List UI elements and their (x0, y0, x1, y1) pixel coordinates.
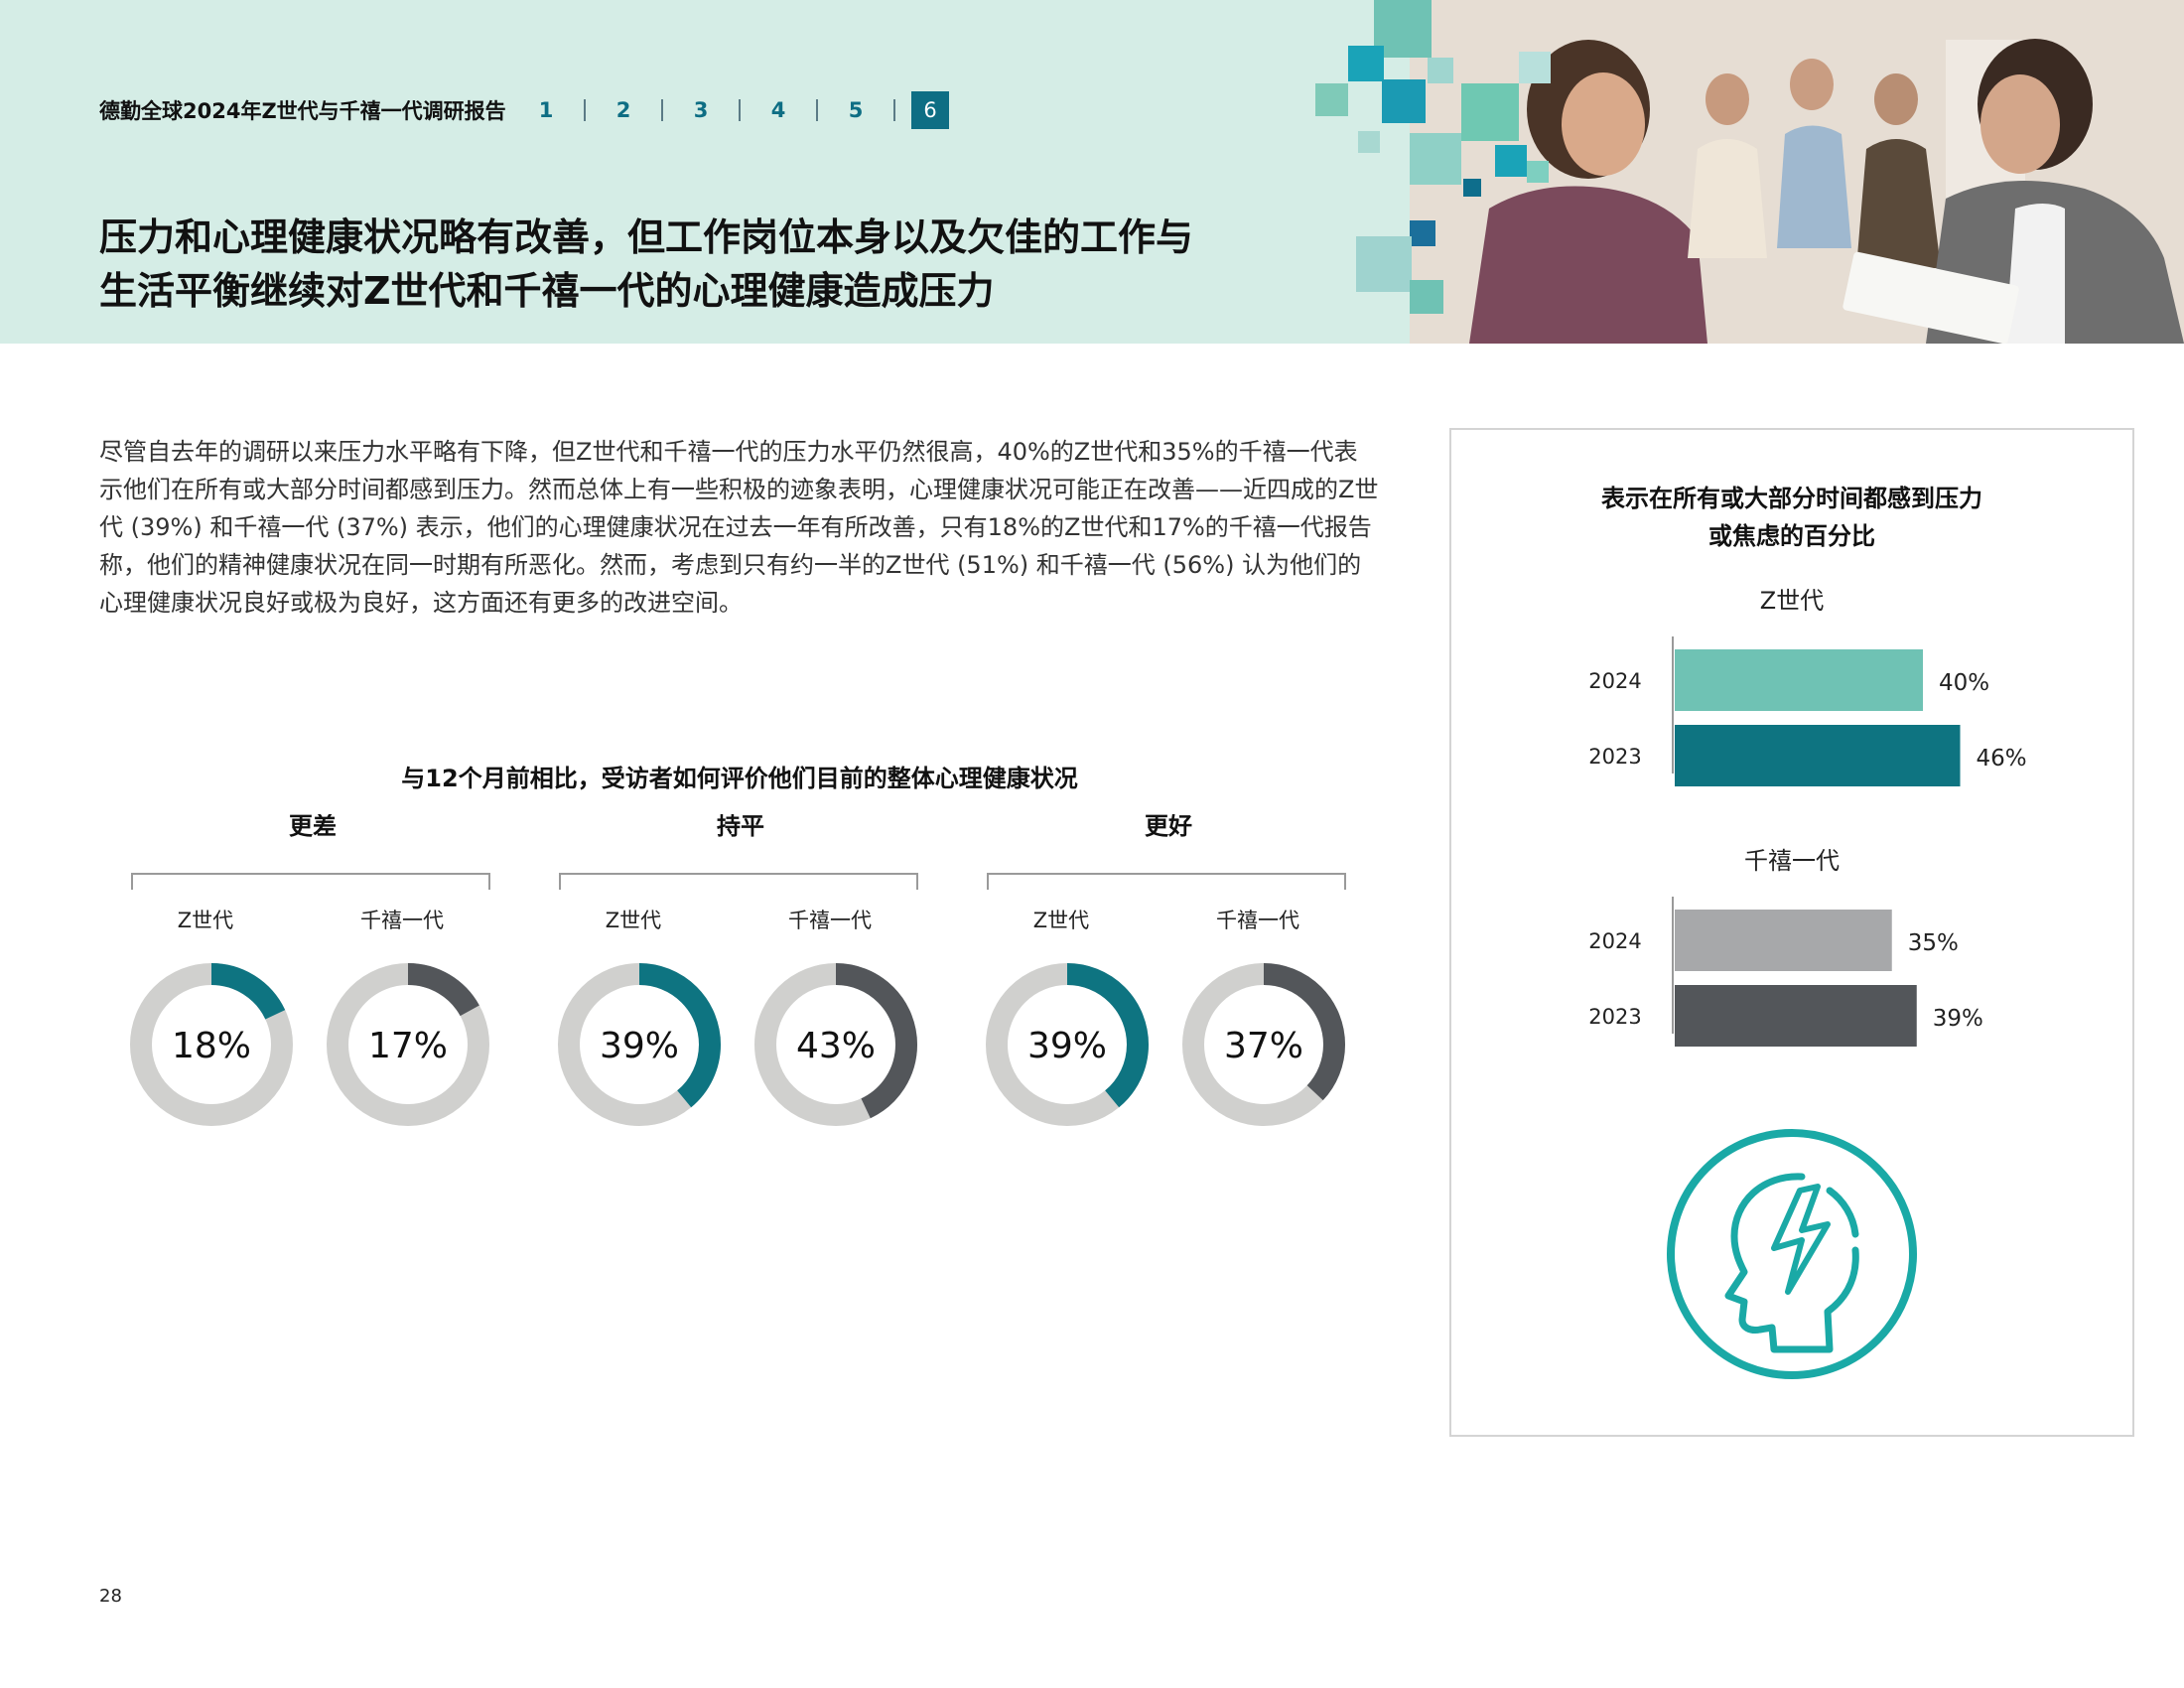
decor-square (1461, 83, 1519, 141)
nav-divider (816, 99, 818, 121)
decor-square (1410, 220, 1435, 246)
donut-series-label: Z世代 (178, 909, 233, 932)
page-headline: 压力和心理健康状况略有改善，但工作岗位本身以及欠佳的工作与 生活平衡继续对Z世代… (99, 211, 1291, 318)
donut-group-label: 更好 (1145, 814, 1192, 840)
bar-value-label: 35% (1908, 930, 1959, 956)
bar-chart-title-line-1: 表示在所有或大部分时间都感到压力 (1601, 485, 1982, 512)
decor-square (1495, 145, 1527, 177)
nav-divider (893, 99, 895, 121)
bar-category-label: 2023 (1588, 1005, 1641, 1029)
decor-square (1519, 52, 1551, 83)
donut-value-label: 39% (1027, 1026, 1107, 1066)
decor-square (1382, 79, 1426, 123)
decor-square (1527, 161, 1549, 183)
bar-group-label: 千禧一代 (1744, 847, 1840, 875)
decor-square (1315, 83, 1348, 116)
donut-value-label: 18% (172, 1026, 251, 1066)
donut-series-label: 千禧一代 (788, 909, 872, 932)
decor-square (1356, 236, 1412, 292)
bar (1675, 725, 1961, 786)
donut-group-bracket (131, 873, 490, 890)
bar-value-label: 40% (1939, 670, 1989, 696)
donut-value-label: 43% (796, 1026, 876, 1066)
decor-square (1410, 133, 1461, 185)
bar-value-label: 39% (1933, 1006, 1983, 1032)
donut-series-label: 千禧一代 (1216, 909, 1299, 932)
report-brand-title: 德勤全球2024年Z世代与千禧一代调研报告 (99, 99, 506, 123)
decor-square (1428, 58, 1453, 83)
bar-chart-title: 表示在所有或大部分时间都感到压力 或焦虑的百分比 (1451, 480, 2132, 555)
bar-category-label: 2024 (1588, 669, 1641, 693)
headline-line-2: 生活平衡继续对Z世代和千禧一代的心理健康造成压力 (99, 269, 995, 313)
stress-bar-panel: 表示在所有或大部分时间都感到压力 或焦虑的百分比 Z世代 2024 40% 2023 4… (1449, 428, 2134, 1437)
nav-divider (661, 99, 663, 121)
donut-group-bracket (987, 873, 1346, 890)
donut-group-label: 更差 (289, 814, 337, 840)
body-paragraph: 尽管自去年的调研以来压力水平略有下降，但Z世代和千禧一代的压力水平仍然很高，40… (99, 438, 1379, 617)
donut-value-label: 37% (1224, 1026, 1303, 1066)
donut-value-label: 17% (368, 1026, 448, 1066)
donut-group-label: 持平 (717, 814, 764, 840)
page-number: 28 (99, 1586, 122, 1607)
bar-category-label: 2024 (1588, 929, 1641, 953)
nav-item-5[interactable]: 5 (834, 98, 878, 122)
nav-item-1[interactable]: 1 (524, 98, 568, 122)
bar-chart-title-line-2: 或焦虑的百分比 (1708, 522, 1875, 550)
nav-item-3[interactable]: 3 (679, 98, 723, 122)
bar (1675, 985, 1917, 1047)
donut-chart-title: 与12个月前相比，受访者如何评价他们目前的整体心理健康状况 (401, 765, 1078, 792)
bar-category-label: 2023 (1588, 745, 1641, 769)
head-lightning-icon (1667, 1129, 1917, 1379)
bar-group-label: Z世代 (1760, 587, 1824, 615)
decor-square (1410, 280, 1443, 314)
decor-square (1358, 131, 1380, 153)
bar (1675, 910, 1892, 971)
nav-item-2[interactable]: 2 (602, 98, 645, 122)
headline-line-1: 压力和心理健康状况略有改善，但工作岗位本身以及欠佳的工作与 (99, 215, 1194, 259)
section-nav: 1 2 3 4 5 6 (524, 91, 949, 129)
bar (1675, 649, 1923, 711)
donut-series-label: 千禧一代 (360, 909, 444, 932)
donut-series-label: Z世代 (606, 909, 661, 932)
bar-value-label: 46% (1977, 746, 2027, 772)
donut-series-label: Z世代 (1033, 909, 1089, 932)
decor-square (1463, 179, 1481, 197)
nav-item-6-active[interactable]: 6 (911, 91, 949, 129)
nav-divider (739, 99, 741, 121)
decor-square (1348, 46, 1384, 81)
donut-value-label: 39% (600, 1026, 679, 1066)
nav-divider (584, 99, 586, 121)
donut-chart: 更差 Z世代 18% 千禧一代 17% 持平 Z世代 39% 千禧一代 43% 更好 Z世代 39% 千禧… (130, 814, 1346, 1126)
nav-item-4[interactable]: 4 (756, 98, 800, 122)
donut-group-bracket (559, 873, 918, 890)
